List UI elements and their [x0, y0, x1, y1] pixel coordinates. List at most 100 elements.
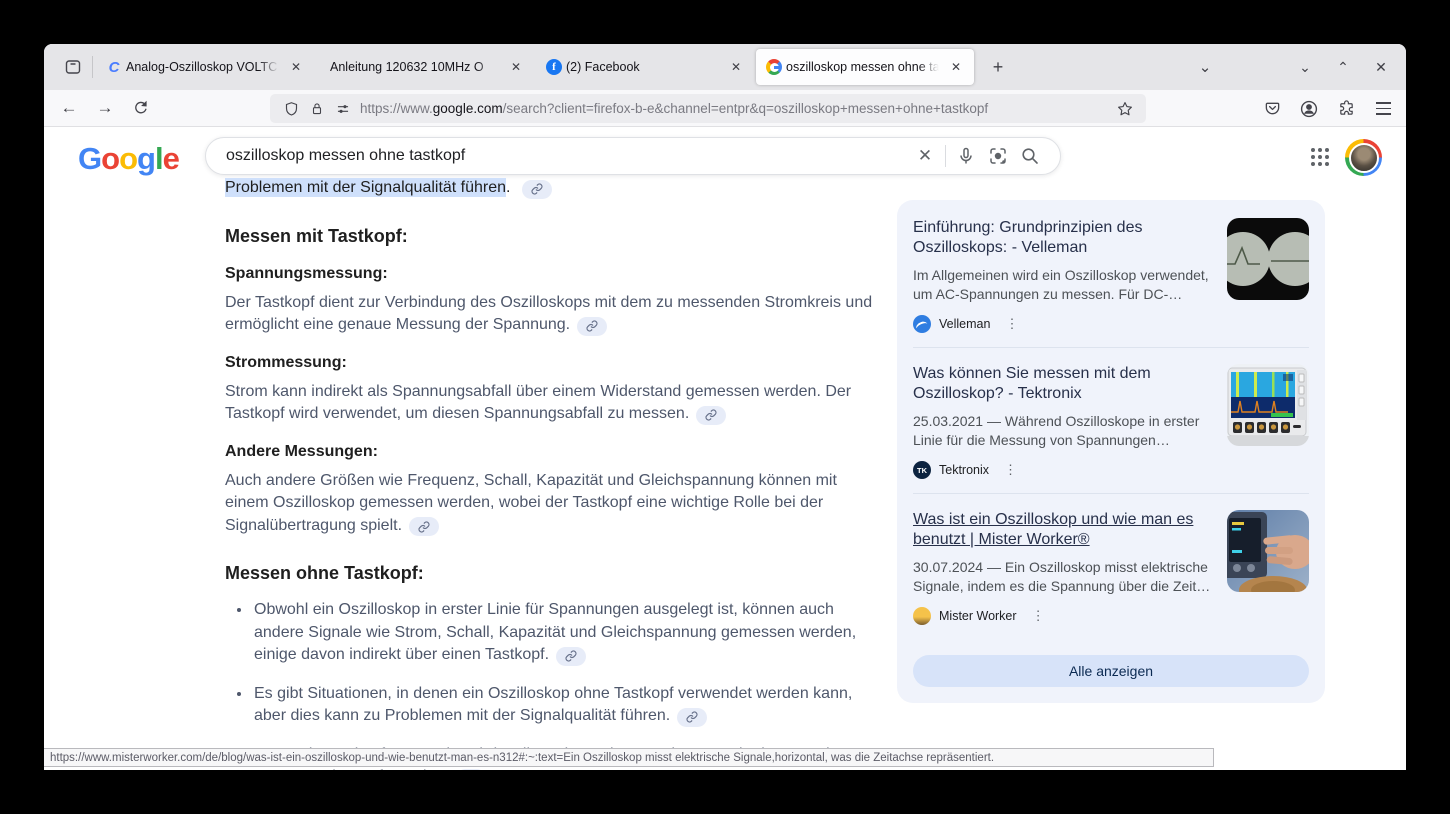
- close-tab-icon[interactable]: ✕: [506, 57, 526, 77]
- item-text: Auch andere Größen wie Frequenz, Schall,…: [225, 470, 877, 538]
- item-text: Der Tastkopf dient zur Verbindung des Os…: [225, 292, 877, 337]
- google-logo[interactable]: Google: [78, 141, 179, 177]
- url-bar[interactable]: https://www.google.com/search?client=fir…: [270, 94, 1146, 123]
- result-card-tektronix[interactable]: Was können Sie messen mit dem Oszillosko…: [897, 348, 1325, 493]
- account-avatar[interactable]: [1345, 139, 1382, 176]
- citation-chip[interactable]: [556, 647, 586, 666]
- searchbox-divider: [945, 145, 946, 167]
- result-card-velleman[interactable]: Einführung: Grundprinzipien des Oszillos…: [897, 202, 1325, 347]
- card-thumbnail-hand-on-scope[interactable]: [1227, 510, 1309, 592]
- google-search-page: Google ✕: [44, 127, 1406, 770]
- pocket-button[interactable]: [1257, 95, 1287, 123]
- more-options-icon[interactable]: ⋮: [1032, 608, 1045, 624]
- tab-google-search-active[interactable]: oszilloskop messen ohne ta ✕: [756, 49, 974, 85]
- lock-icon[interactable]: [304, 97, 330, 121]
- close-window-button[interactable]: ✕: [1362, 52, 1400, 82]
- firefox-view-icon: [64, 58, 82, 76]
- voice-search-button[interactable]: [950, 140, 982, 172]
- url-path: /search?client=firefox-b-e&channel=entpr…: [503, 101, 989, 116]
- search-submit-button[interactable]: [1014, 140, 1046, 172]
- back-button[interactable]: ←: [54, 94, 84, 122]
- search-icon: [1020, 146, 1040, 166]
- card-snippet: Im Allgemeinen wird ein Oszilloskop verw…: [913, 266, 1211, 304]
- google-favicon: [766, 59, 782, 75]
- search-input[interactable]: [226, 147, 909, 165]
- bullet-item: Es gibt Situationen, in denen ein Oszill…: [252, 683, 877, 728]
- card-snippet: 25.03.2021 — Während Oszilloskope in ers…: [913, 412, 1211, 450]
- citation-chip[interactable]: [696, 406, 726, 425]
- minimize-button[interactable]: ⌄: [1286, 52, 1324, 82]
- card-thumbnail-oscilloscope-screens[interactable]: [1227, 218, 1309, 300]
- avatar-photo: [1349, 143, 1379, 173]
- section-heading: Messen ohne Tastkopf:: [225, 561, 877, 585]
- puzzle-icon: [1338, 100, 1355, 117]
- highlight-line: Problemen mit der Signalqualität führen.: [225, 177, 877, 200]
- firefox-view-button[interactable]: [56, 51, 90, 83]
- source-name: Velleman: [939, 317, 990, 331]
- url-scheme: https://www.: [360, 101, 433, 116]
- tab-title: Anleitung 120632 10MHz O: [330, 60, 502, 74]
- google-lens-icon: [988, 146, 1008, 166]
- reload-button[interactable]: [126, 94, 156, 122]
- close-tab-icon[interactable]: ✕: [286, 57, 306, 77]
- link-icon: [586, 320, 598, 332]
- close-tab-icon[interactable]: ✕: [946, 57, 966, 77]
- citation-chip[interactable]: [409, 517, 439, 536]
- tektronix-favicon: TK: [913, 461, 931, 479]
- link-icon: [418, 521, 430, 533]
- conrad-favicon: C: [106, 59, 122, 75]
- card-title[interactable]: Einführung: Grundprinzipien des Oszillos…: [913, 218, 1211, 258]
- more-options-icon[interactable]: ⋮: [1004, 462, 1017, 478]
- navigation-toolbar: ← → https://www.google.com/search?client…: [44, 90, 1406, 127]
- link-icon: [686, 711, 698, 723]
- show-all-button[interactable]: Alle anzeigen: [913, 655, 1309, 687]
- tab-facebook[interactable]: f (2) Facebook ✕: [536, 49, 754, 85]
- menu-button[interactable]: [1368, 95, 1398, 123]
- citation-chip[interactable]: [577, 317, 607, 336]
- tab-conrad[interactable]: C Analog-Oszilloskop VOLTC ✕: [96, 49, 314, 85]
- citation-chip[interactable]: [522, 180, 552, 199]
- more-options-icon[interactable]: ⋮: [1005, 316, 1018, 332]
- card-title[interactable]: Was können Sie messen mit dem Oszillosko…: [913, 364, 1211, 404]
- card-title-link[interactable]: Was ist ein Oszilloskop und wie man es b…: [913, 510, 1211, 550]
- google-apps-icon[interactable]: [1311, 148, 1329, 166]
- citation-chip[interactable]: [456, 769, 486, 771]
- link-icon: [531, 183, 543, 195]
- tab-anleitung[interactable]: Anleitung 120632 10MHz O ✕: [316, 49, 534, 85]
- shield-icon[interactable]: [278, 97, 304, 121]
- highlighted-text[interactable]: Problemen mit der Signalqualität führen: [225, 178, 506, 197]
- list-all-tabs-button[interactable]: ⌄: [1190, 52, 1220, 82]
- permissions-icon[interactable]: [330, 97, 356, 121]
- item-title: Spannungsmessung:: [225, 263, 877, 284]
- result-card-misterworker[interactable]: Was ist ein Oszilloskop und wie man es b…: [897, 494, 1325, 639]
- bullet-list: Obwohl ein Oszilloskop in erster Linie f…: [225, 599, 877, 770]
- source-name: Mister Worker: [939, 609, 1017, 623]
- lens-search-button[interactable]: [982, 140, 1014, 172]
- bookmark-star-button[interactable]: [1112, 97, 1138, 121]
- item-title: Strommessung:: [225, 352, 877, 373]
- velleman-favicon: [913, 315, 931, 333]
- card-snippet: 30.07.2024 — Ein Oszilloskop misst elekt…: [913, 558, 1211, 596]
- related-results-panel: Einführung: Grundprinzipien des Oszillos…: [897, 200, 1325, 703]
- section-heading: Messen mit Tastkopf:: [225, 224, 877, 248]
- browser-window: C Analog-Oszilloskop VOLTC ✕ Anleitung 1…: [44, 44, 1406, 770]
- new-tab-button[interactable]: +: [983, 52, 1013, 82]
- search-box[interactable]: ✕: [205, 137, 1061, 175]
- account-icon: [1300, 100, 1318, 118]
- card-thumbnail-tektronix-scope[interactable]: [1227, 364, 1309, 446]
- citation-chip[interactable]: [677, 708, 707, 727]
- close-tab-icon[interactable]: ✕: [726, 57, 746, 77]
- tab-title: Analog-Oszilloskop VOLTC: [126, 60, 282, 74]
- tab-title: (2) Facebook: [566, 60, 722, 74]
- clear-search-icon[interactable]: ✕: [909, 140, 941, 172]
- bullet-item: Obwohl ein Oszilloskop in erster Linie f…: [252, 599, 877, 667]
- extensions-button[interactable]: [1331, 95, 1361, 123]
- maximize-button[interactable]: ⌃: [1324, 52, 1362, 82]
- facebook-favicon: f: [546, 59, 562, 75]
- url-domain: google.com: [433, 101, 503, 116]
- misterworker-favicon: [913, 607, 931, 625]
- forward-button[interactable]: →: [90, 94, 120, 122]
- url-text[interactable]: https://www.google.com/search?client=fir…: [360, 101, 1112, 116]
- link-icon: [565, 650, 577, 662]
- account-button[interactable]: [1294, 95, 1324, 123]
